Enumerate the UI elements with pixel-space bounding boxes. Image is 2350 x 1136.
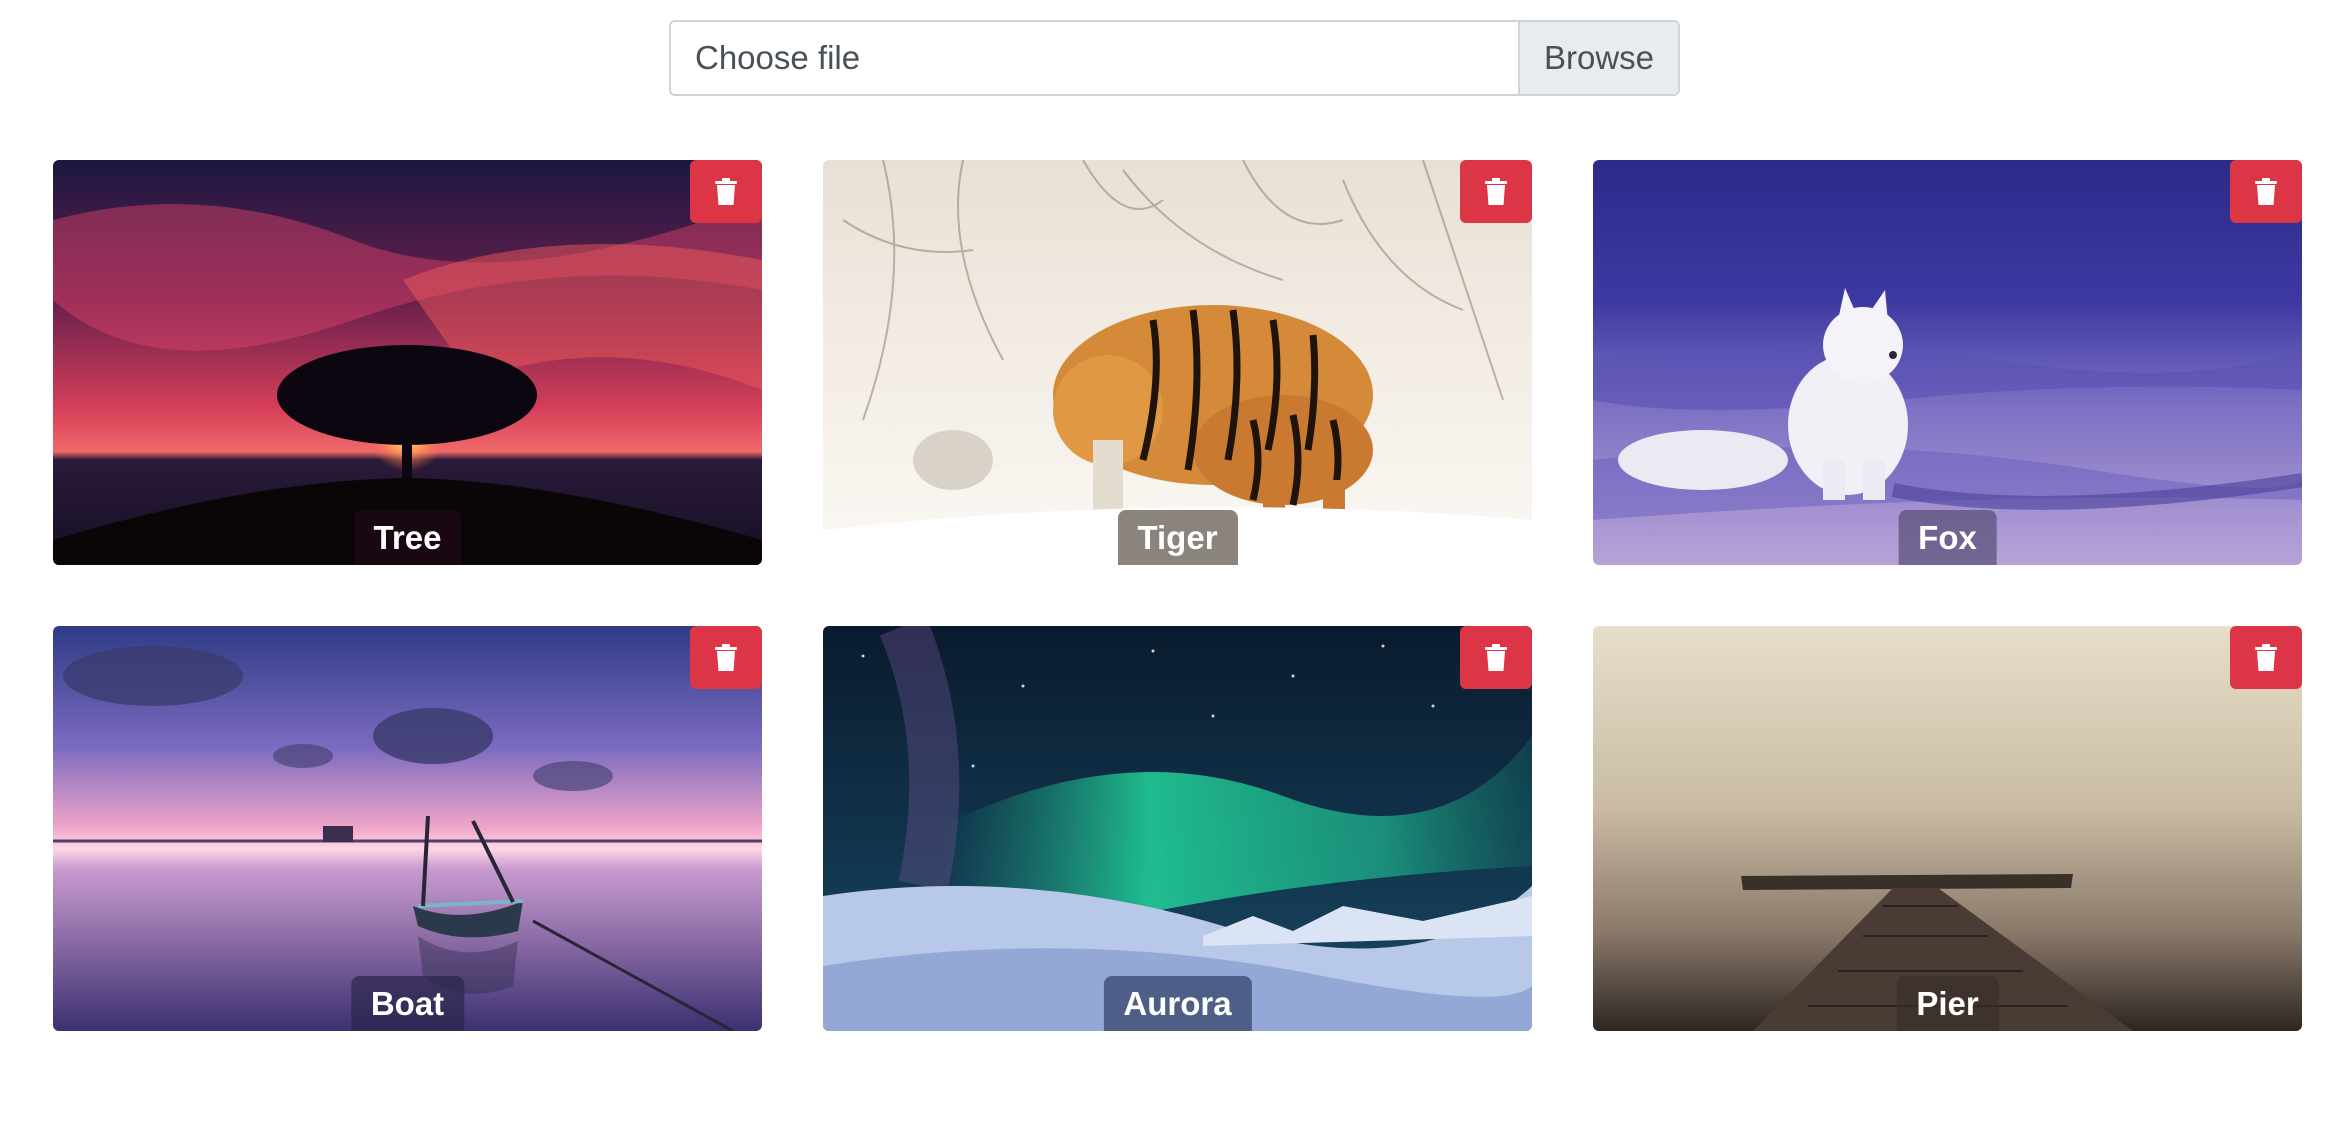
trash-icon [715, 644, 737, 671]
card-caption: Fox [1898, 510, 1997, 565]
aurora-image [823, 626, 1532, 1031]
page: Choose file Browse Tree Tiger Fox Boat A… [0, 0, 2350, 1136]
delete-button[interactable] [690, 626, 762, 689]
fox-image [1593, 160, 2302, 565]
boat-image [53, 626, 762, 1031]
trash-icon [2255, 178, 2277, 205]
trash-icon [715, 178, 737, 205]
card-caption: Tree [353, 510, 462, 565]
card-caption: Boat [350, 976, 465, 1031]
delete-button[interactable] [690, 160, 762, 223]
gallery-card-pier[interactable]: Pier [1593, 626, 2302, 1031]
card-caption: Aurora [1103, 976, 1252, 1031]
file-input-placeholder[interactable]: Choose file [671, 22, 1518, 94]
file-upload-input[interactable]: Choose file Browse [669, 20, 1680, 96]
trash-icon [1485, 178, 1507, 205]
card-caption: Tiger [1117, 510, 1238, 565]
gallery-card-tree[interactable]: Tree [53, 160, 762, 565]
card-caption: Pier [1896, 976, 1999, 1031]
tiger-image [823, 160, 1532, 565]
trash-icon [2255, 644, 2277, 671]
gallery-card-tiger[interactable]: Tiger [823, 160, 1532, 565]
delete-button[interactable] [2230, 626, 2302, 689]
delete-button[interactable] [2230, 160, 2302, 223]
delete-button[interactable] [1460, 626, 1532, 689]
delete-button[interactable] [1460, 160, 1532, 223]
trash-icon [1485, 644, 1507, 671]
gallery-card-boat[interactable]: Boat [53, 626, 762, 1031]
browse-button[interactable]: Browse [1518, 22, 1678, 94]
gallery-card-aurora[interactable]: Aurora [823, 626, 1532, 1031]
pier-image [1593, 626, 2302, 1031]
tree-image [53, 160, 762, 565]
gallery-card-fox[interactable]: Fox [1593, 160, 2302, 565]
